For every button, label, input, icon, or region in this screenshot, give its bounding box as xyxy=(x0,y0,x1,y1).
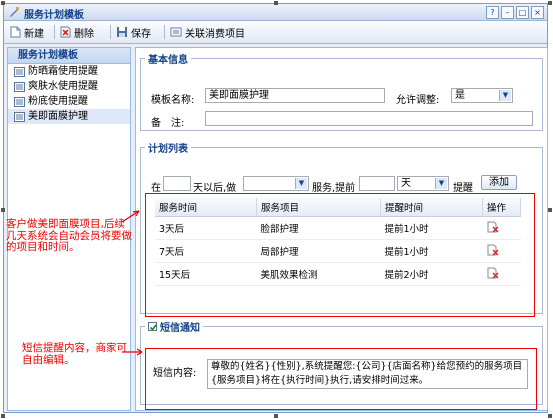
at-label: 在 xyxy=(151,183,161,194)
sidebar-item[interactable]: 爽肤水使用提醒 xyxy=(8,79,130,94)
minimize-button[interactable]: – xyxy=(501,6,514,19)
sidebar-item[interactable]: 粉底使用提醒 xyxy=(8,94,130,109)
plan-list-group: 计划列表 在 天以后,做 ▼ 服务,提前 天 ▼ 提醒 添加 服务时间 服务项目 xyxy=(140,140,543,317)
save-icon xyxy=(117,27,127,37)
sidebar-item-label: 粉底使用提醒 xyxy=(28,96,88,107)
main-panel: 基本信息 模板名称: 美即面膜护理 允许调整: 是 ▼ 备 注: 计划列表 在 … xyxy=(135,47,548,411)
help-button[interactable]: ? xyxy=(486,6,499,19)
remark-label: 备 注: xyxy=(151,118,185,129)
list-item-icon xyxy=(14,96,25,107)
adjust-value: 是 xyxy=(455,90,465,101)
app-icon xyxy=(10,7,19,17)
sms-annotation: 短信提醒内容，商家可自由编辑。 xyxy=(22,342,127,366)
chevron-down-icon: ▼ xyxy=(499,90,511,101)
link-consumption-button[interactable]: 关联消费项目 xyxy=(170,24,245,40)
unit-value: 天 xyxy=(401,178,411,189)
remark-input[interactable] xyxy=(205,111,533,126)
after-label: 天以后,做 xyxy=(193,183,237,194)
new-button[interactable]: 新建 xyxy=(10,24,44,40)
sidebar-item[interactable]: 防晒霜使用提醒 xyxy=(8,64,130,79)
sms-content-label: 短信内容: xyxy=(153,368,197,379)
unit-select[interactable]: 天 ▼ xyxy=(397,176,449,191)
link-label: 关联消费项目 xyxy=(185,28,245,40)
days-input[interactable] xyxy=(163,176,191,191)
chevron-down-icon: ▼ xyxy=(435,178,447,189)
delete-button[interactable]: 删除 xyxy=(60,24,94,40)
service-advance-label: 服务,提前 xyxy=(312,183,356,194)
save-label: 保存 xyxy=(131,28,151,40)
advance-input[interactable] xyxy=(359,176,395,191)
sms-content-textarea[interactable]: 尊敬的{姓名}{性别},系统提醒您:{公司}{店面名称}给您预约的服务项目{服务… xyxy=(207,359,528,389)
sidebar-item-label: 美即面膜护理 xyxy=(28,111,88,122)
close-button[interactable]: × xyxy=(531,6,544,19)
add-button[interactable]: 添加 xyxy=(481,175,517,190)
link-icon xyxy=(170,27,182,37)
chevron-down-icon: ▼ xyxy=(295,178,307,189)
title-bar: 服务计划模板 ? – □ × xyxy=(4,4,547,21)
list-item-icon xyxy=(14,81,25,92)
delete-label: 删除 xyxy=(74,28,94,40)
delete-icon xyxy=(60,26,71,38)
template-name-input[interactable]: 美即面膜护理 xyxy=(205,88,385,103)
sidebar-title: 服务计划模板 xyxy=(8,48,130,64)
template-name-label: 模板名称: xyxy=(151,95,195,106)
basic-info-group: 基本信息 模板名称: 美即面膜护理 允许调整: 是 ▼ 备 注: xyxy=(140,51,543,131)
sidebar-item-label: 防晒霜使用提醒 xyxy=(28,66,98,77)
sms-legend-label: 短信通知 xyxy=(160,323,200,334)
annotation-arrow-icon xyxy=(122,348,143,356)
sms-legend: 短信通知 xyxy=(145,319,203,334)
plan-list-legend: 计划列表 xyxy=(148,144,188,155)
maximize-button[interactable]: □ xyxy=(516,6,529,19)
list-item-icon xyxy=(14,66,25,77)
plan-highlight-box xyxy=(145,193,535,317)
annotation-arrow-icon xyxy=(121,210,140,223)
list-item-icon xyxy=(14,111,25,122)
check-icon xyxy=(149,324,158,331)
service-select[interactable]: ▼ xyxy=(243,176,309,191)
sms-checkbox[interactable] xyxy=(148,322,158,331)
sidebar-item-selected[interactable]: 美即面膜护理 xyxy=(8,109,130,124)
save-button[interactable]: 保存 xyxy=(116,24,151,40)
basic-info-legend: 基本信息 xyxy=(148,55,188,66)
window-title: 服务计划模板 xyxy=(24,10,84,21)
new-doc-icon xyxy=(10,26,21,38)
sidebar-item-label: 爽肤水使用提醒 xyxy=(28,81,98,92)
remind-label: 提醒 xyxy=(453,183,473,194)
sms-group: 短信通知 短信内容: 尊敬的{姓名}{性别},系统提醒您:{公司}{店面名称}给… xyxy=(140,319,543,410)
adjust-select[interactable]: 是 ▼ xyxy=(451,88,513,103)
new-label: 新建 xyxy=(24,28,44,40)
toolbar: 新建 删除 保存 关联消费项目 xyxy=(4,21,547,44)
adjust-label: 允许调整: xyxy=(396,95,440,106)
plan-annotation: 客户做美即面膜项目,后续几天系统会自动会员将要做的项目和时间。 xyxy=(6,218,132,253)
